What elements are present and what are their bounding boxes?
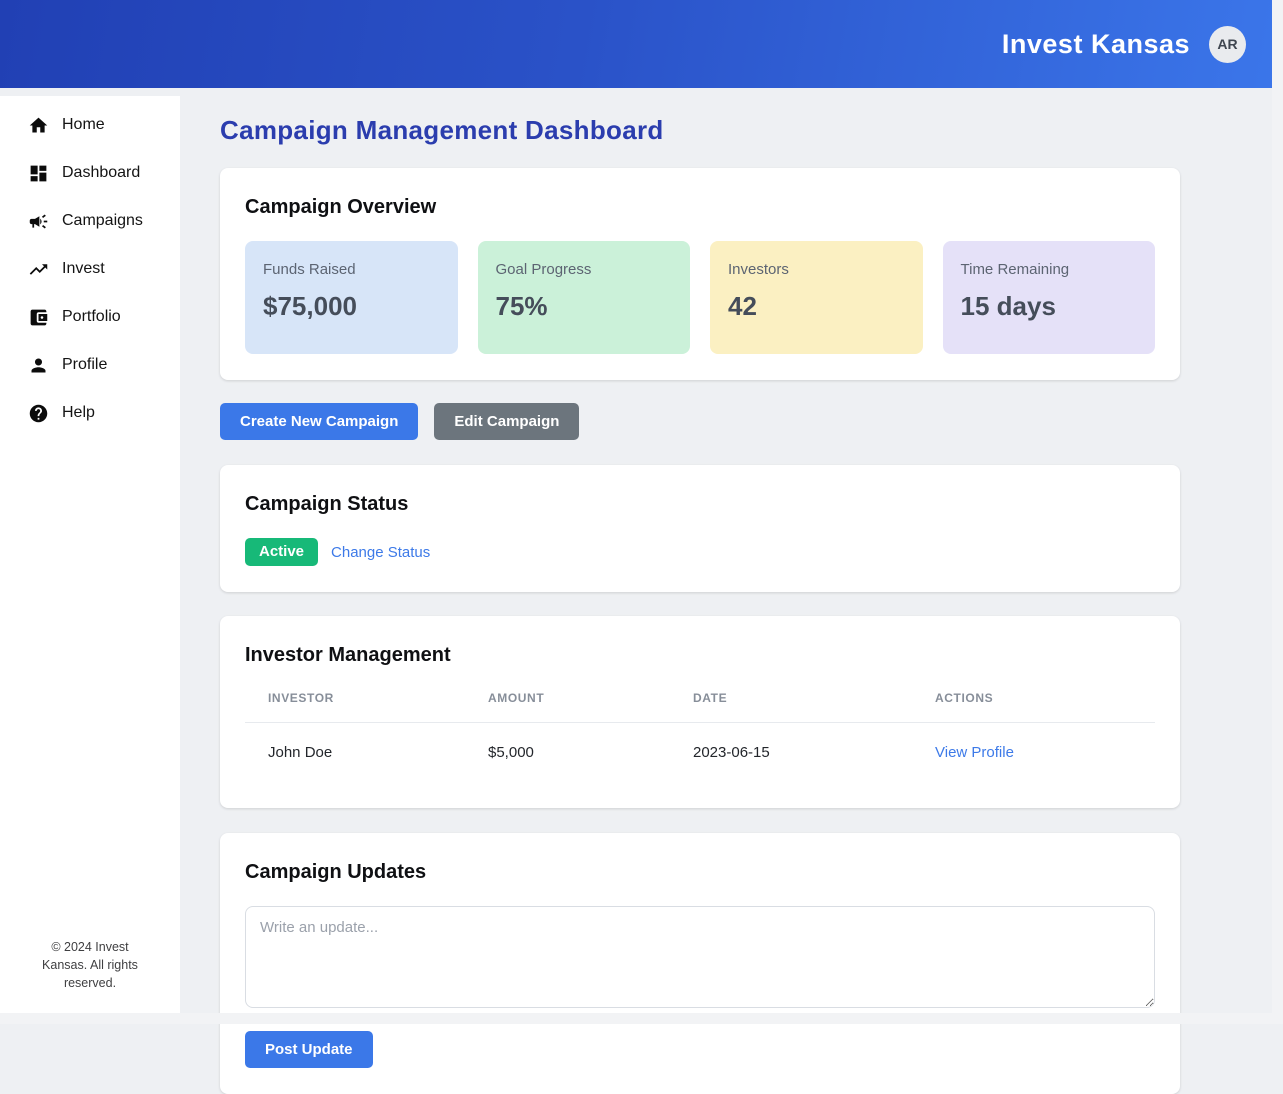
- overview-heading: Campaign Overview: [245, 196, 1155, 219]
- edit-campaign-button[interactable]: Edit Campaign: [434, 403, 579, 440]
- stat-goal-progress: Goal Progress 75%: [478, 241, 691, 354]
- status-heading: Campaign Status: [245, 493, 1155, 516]
- sidebar-item-profile[interactable]: Profile: [0, 341, 180, 389]
- help-icon: [28, 403, 49, 424]
- change-status-link[interactable]: Change Status: [331, 544, 430, 561]
- actions-row: Create New Campaign Edit Campaign: [220, 403, 1283, 440]
- investors-table: Investor Amount Date Actions John Doe $5…: [245, 681, 1155, 782]
- sidebar-item-label: Profile: [62, 356, 107, 374]
- sidebar: Home Dashboard Campaigns Invest Portfoli…: [0, 96, 180, 1024]
- stats-row: Funds Raised $75,000 Goal Progress 75% I…: [245, 241, 1155, 354]
- brand-title: Invest Kansas: [1002, 29, 1190, 60]
- stat-label: Investors: [728, 261, 905, 278]
- dashboard-icon: [28, 163, 49, 184]
- sidebar-item-home[interactable]: Home: [0, 101, 180, 149]
- user-avatar[interactable]: AR: [1209, 26, 1246, 63]
- person-icon: [28, 355, 49, 376]
- investor-name-cell: John Doe: [245, 723, 465, 783]
- trending-up-icon: [28, 259, 49, 280]
- campaign-status-card: Campaign Status Active Change Status: [220, 465, 1180, 592]
- investor-management-card: Investor Management Investor Amount Date…: [220, 616, 1180, 808]
- sidebar-nav: Home Dashboard Campaigns Invest Portfoli…: [0, 96, 180, 437]
- sidebar-item-label: Dashboard: [62, 164, 140, 182]
- investor-date-cell: 2023-06-15: [670, 723, 912, 783]
- copyright-text: © 2024 Invest Kansas. All rights reserve…: [0, 938, 180, 1024]
- home-icon: [28, 115, 49, 136]
- sidebar-item-label: Campaigns: [62, 212, 143, 230]
- stat-value: 75%: [496, 291, 673, 322]
- sidebar-item-help[interactable]: Help: [0, 389, 180, 437]
- update-textarea[interactable]: [245, 906, 1155, 1008]
- app-header: Invest Kansas AR: [0, 0, 1283, 88]
- sidebar-item-dashboard[interactable]: Dashboard: [0, 149, 180, 197]
- stat-label: Time Remaining: [961, 261, 1138, 278]
- sidebar-item-label: Home: [62, 116, 105, 134]
- column-header-investor: Investor: [245, 681, 465, 723]
- megaphone-icon: [28, 211, 49, 232]
- campaign-overview-card: Campaign Overview Funds Raised $75,000 G…: [220, 168, 1180, 380]
- view-profile-link[interactable]: View Profile: [935, 744, 1014, 761]
- stat-label: Goal Progress: [496, 261, 673, 278]
- vertical-scrollbar[interactable]: [1272, 0, 1283, 1024]
- sidebar-item-portfolio[interactable]: Portfolio: [0, 293, 180, 341]
- post-update-button[interactable]: Post Update: [245, 1031, 373, 1068]
- table-header-row: Investor Amount Date Actions: [245, 681, 1155, 723]
- table-row: John Doe $5,000 2023-06-15 View Profile: [245, 723, 1155, 783]
- stat-investors: Investors 42: [710, 241, 923, 354]
- column-header-actions: Actions: [912, 681, 1155, 723]
- investors-heading: Investor Management: [245, 644, 1155, 667]
- horizontal-scrollbar[interactable]: [0, 1013, 1283, 1024]
- sidebar-item-label: Help: [62, 404, 95, 422]
- stat-value: 15 days: [961, 291, 1138, 322]
- sidebar-item-campaigns[interactable]: Campaigns: [0, 197, 180, 245]
- campaign-updates-card: Campaign Updates Post Update: [220, 833, 1180, 1094]
- sidebar-item-invest[interactable]: Invest: [0, 245, 180, 293]
- main-content: Campaign Management Dashboard Campaign O…: [180, 96, 1283, 1024]
- column-header-amount: Amount: [465, 681, 670, 723]
- page-title: Campaign Management Dashboard: [220, 115, 1283, 146]
- create-new-campaign-button[interactable]: Create New Campaign: [220, 403, 418, 440]
- investor-amount-cell: $5,000: [465, 723, 670, 783]
- stat-value: $75,000: [263, 291, 440, 322]
- updates-heading: Campaign Updates: [245, 861, 1155, 884]
- sidebar-item-label: Portfolio: [62, 308, 121, 326]
- sidebar-item-label: Invest: [62, 260, 105, 278]
- status-badge: Active: [245, 538, 318, 566]
- stat-label: Funds Raised: [263, 261, 440, 278]
- stat-value: 42: [728, 291, 905, 322]
- column-header-date: Date: [670, 681, 912, 723]
- stat-funds-raised: Funds Raised $75,000: [245, 241, 458, 354]
- wallet-icon: [28, 307, 49, 328]
- stat-time-remaining: Time Remaining 15 days: [943, 241, 1156, 354]
